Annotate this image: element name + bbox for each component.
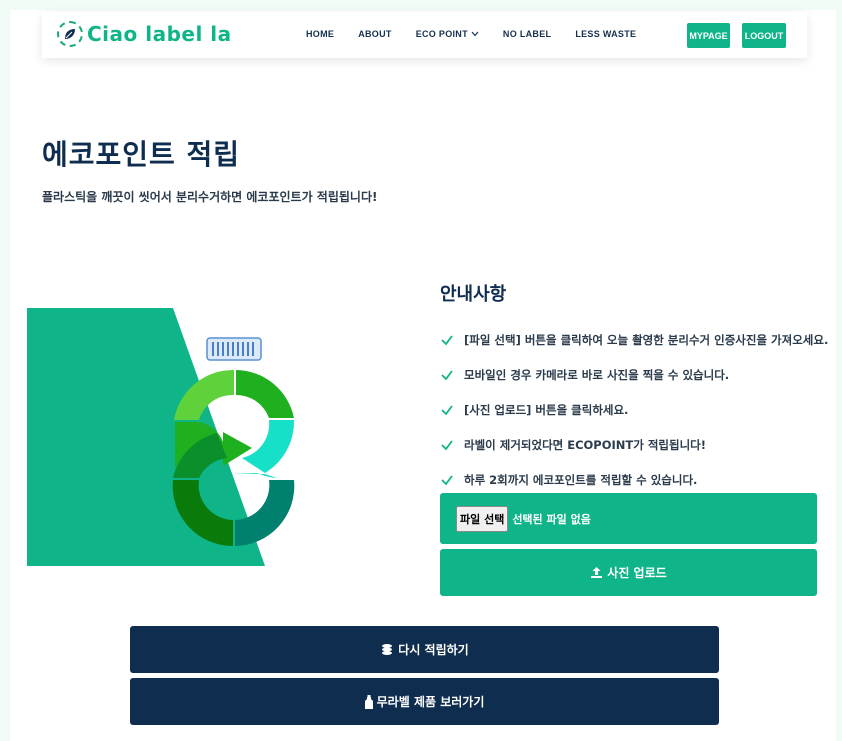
check-icon <box>440 438 454 452</box>
list-item: 라벨이 제거되었다면 ECOPOINT가 적립됩니다! <box>440 427 828 462</box>
page-container: Ciao label la HOME ABOUT ECO POINT NO LA… <box>10 10 836 741</box>
info-text: [파일 선택] 버튼을 클릭하여 오늘 촬영한 분리수거 인증사진을 가져오세요… <box>464 332 829 347</box>
list-item: [사진 업로드] 버튼을 클릭하세요. <box>440 392 828 427</box>
info-list: [파일 선택] 버튼을 클릭하여 오늘 촬영한 분리수거 인증사진을 가져오세요… <box>440 322 828 497</box>
check-icon <box>440 333 454 347</box>
page-subtitle: 플라스틱을 깨끗이 씻어서 분리수거하면 에코포인트가 적립됩니다! <box>42 190 378 204</box>
menu-item-label: ECO POINT <box>415 29 468 39</box>
check-icon <box>440 368 454 382</box>
upload-photo-label: 사진 업로드 <box>607 566 667 580</box>
leaf-icon <box>57 21 83 47</box>
menu-item-label: LESS WASTE <box>575 29 637 39</box>
info-text: [사진 업로드] 버튼을 클릭하세요. <box>464 402 629 417</box>
logout-button[interactable]: LOGOUT <box>742 23 786 48</box>
file-select-button[interactable]: 파일 선택 <box>456 505 509 532</box>
menu-item-about[interactable]: ABOUT <box>358 29 392 39</box>
info-text: 하루 2회까지 에코포인트를 적립할 수 있습니다. <box>464 472 698 487</box>
info-text: 모바일인 경우 카메라로 바로 사진을 찍을 수 있습니다. <box>464 367 730 382</box>
menu-item-label: NO LABEL <box>502 29 552 39</box>
shop-label: 무라벨 제품 보러가기 <box>376 695 485 709</box>
coins-icon <box>382 644 393 655</box>
chevron-down-icon <box>471 31 479 37</box>
menu-item-home[interactable]: HOME <box>306 29 334 39</box>
file-status: 선택된 파일 없음 <box>512 512 591 526</box>
mypage-button[interactable]: MYPAGE <box>687 23 730 48</box>
bottle-icon <box>364 694 373 709</box>
menu-item-eco-point[interactable]: ECO POINT <box>416 29 479 39</box>
retry-button[interactable]: 다시 적립하기 <box>130 626 719 673</box>
menu-item-label: ABOUT <box>358 29 392 39</box>
shop-button[interactable]: 무라벨 제품 보러가기 <box>130 678 719 725</box>
menu-item-less-waste[interactable]: LESS WASTE <box>575 29 636 39</box>
list-item: [파일 선택] 버튼을 클릭하여 오늘 촬영한 분리수거 인증사진을 가져오세요… <box>440 322 828 357</box>
page-title: 에코포인트 적립 <box>42 138 241 171</box>
logo-text: Ciao label la <box>87 22 232 46</box>
upload-icon <box>591 567 603 578</box>
menu-item-no-label[interactable]: NO LABEL <box>503 29 551 39</box>
menu-item-label: HOME <box>306 29 335 39</box>
info-title: 안내사항 <box>440 284 507 305</box>
list-item: 모바일인 경우 카메라로 바로 사진을 찍을 수 있습니다. <box>440 357 828 392</box>
upload-photo-button[interactable]: 사진 업로드 <box>440 549 817 596</box>
main-menu: HOME ABOUT ECO POINT NO LABEL LESS WASTE <box>306 29 660 39</box>
recycle-illustration <box>27 308 307 566</box>
navbar: Ciao label la HOME ABOUT ECO POINT NO LA… <box>42 12 807 58</box>
list-item: 하루 2회까지 에코포인트를 적립할 수 있습니다. <box>440 462 828 497</box>
file-input-container: 파일 선택 선택된 파일 없음 <box>440 493 817 544</box>
check-icon <box>440 403 454 417</box>
check-icon <box>440 473 454 487</box>
retry-label: 다시 적립하기 <box>398 643 469 657</box>
info-text: 라벨이 제거되었다면 ECOPOINT가 적립됩니다! <box>464 437 706 452</box>
logo[interactable]: Ciao label la <box>57 21 232 47</box>
